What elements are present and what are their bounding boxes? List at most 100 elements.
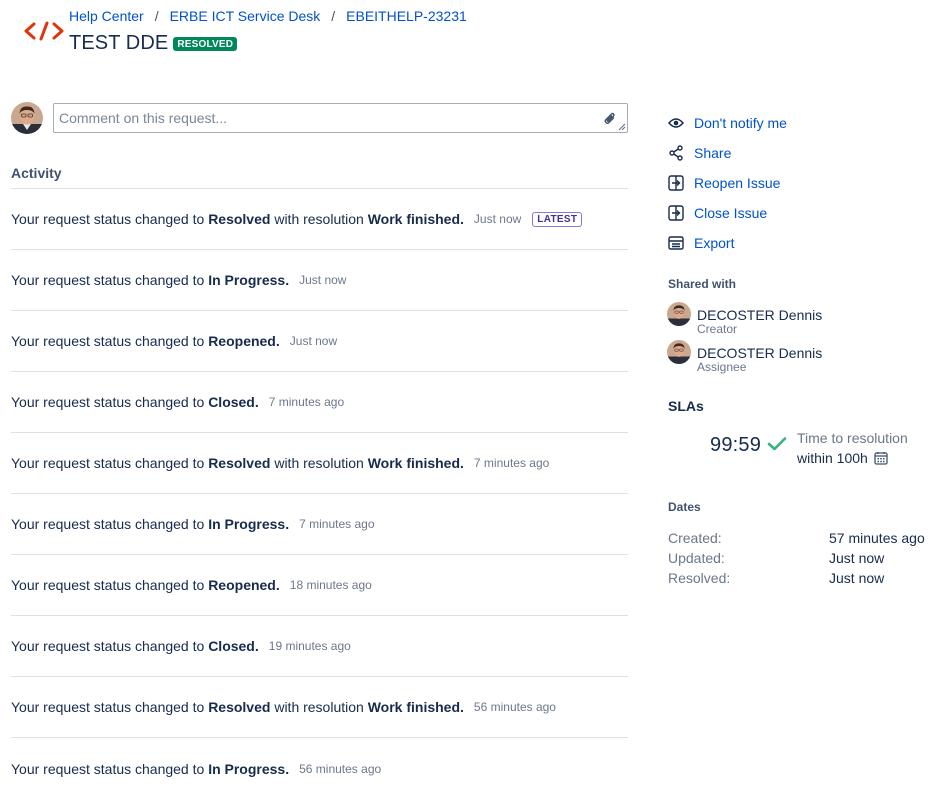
activity-status: Closed. (208, 638, 259, 654)
export-label: Export (694, 235, 735, 251)
participant-assignee: DECOSTER Dennis Assignee (667, 340, 822, 378)
export-button[interactable]: Export (667, 228, 787, 258)
activity-status: In Progress. (208, 760, 290, 777)
dont-notify-button[interactable]: Don't notify me (667, 108, 787, 138)
activity-text: Your request status changed to (11, 699, 209, 715)
close-issue-button[interactable]: Close Issue (667, 198, 787, 228)
latest-badge: LATEST (532, 211, 583, 227)
calendar-icon (874, 452, 888, 465)
activity-time: Just now (473, 212, 522, 226)
dates-list: Created: 57 minutes ago Updated: Just no… (668, 528, 933, 588)
activity-text: Your request status changed to (11, 516, 209, 532)
page-title: TEST DDE (69, 32, 169, 54)
dates-heading: Dates (668, 500, 701, 514)
activity-item: Your request status changed to Closed. 7 … (11, 372, 628, 433)
activity-time: 7 minutes ago (268, 395, 345, 409)
sla-goal: Time to resolution within 100h (797, 428, 908, 468)
share-button[interactable]: Share (667, 138, 787, 168)
activity-time: Just now (299, 273, 347, 287)
shared-with-heading: Shared with (668, 277, 737, 291)
code-brackets-icon (24, 21, 64, 41)
shared-with-list: DECOSTER Dennis Creator DECOSTER Dennis … (667, 302, 822, 378)
participant-name: DECOSTER Dennis (697, 345, 823, 361)
activity-item: Your request status changed to Closed. 19… (11, 616, 628, 677)
activity-status: Resolved (208, 699, 271, 715)
activity-item: Your request status changed to Reopened.… (11, 311, 628, 372)
activity-text: Your request status changed to (11, 760, 209, 777)
comment-input[interactable] (54, 104, 627, 132)
activity-status: Reopened. (208, 577, 280, 593)
activity-text: Your request status changed to (11, 638, 209, 654)
close-issue-label: Close Issue (694, 205, 768, 221)
participant-creator: DECOSTER Dennis Creator (667, 302, 822, 340)
breadcrumb-issue-key[interactable]: EBEITHELP-23231 (346, 8, 467, 24)
activity-list: Your request status changed to Resolved … (11, 188, 628, 786)
sla-goal-target: within 100h (797, 448, 908, 468)
avatar (11, 102, 43, 134)
activity-item: Your request status changed to Reopened.… (11, 555, 628, 616)
date-value: Just now (829, 550, 885, 566)
activity-text: with resolution (270, 211, 368, 227)
activity-item: Your request status changed to In Progre… (11, 738, 628, 786)
participant-role: Creator (697, 322, 738, 336)
activity-status: Reopened. (208, 333, 280, 349)
activity-time: 19 minutes ago (268, 639, 351, 653)
breadcrumb-separator: / (331, 8, 336, 24)
title-row: TEST DDE RESOLVED (69, 32, 238, 55)
comment-field[interactable] (53, 103, 628, 133)
dont-notify-label: Don't notify me (694, 115, 787, 131)
resize-handle-icon[interactable] (618, 123, 626, 131)
activity-resolution: Work finished. (367, 699, 464, 715)
date-value: Just now (829, 570, 885, 586)
activity-status: Closed. (208, 394, 259, 410)
date-label: Updated: (668, 550, 725, 566)
transition-icon (667, 204, 685, 222)
breadcrumb-help-center[interactable]: Help Center (69, 8, 144, 24)
activity-time: 7 minutes ago (299, 517, 375, 531)
date-row-updated: Updated: Just now (668, 548, 933, 568)
eye-icon (667, 114, 685, 132)
activity-time: 7 minutes ago (473, 456, 550, 470)
activity-item: Your request status changed to Resolved … (11, 189, 628, 250)
activity-item: Your request status changed to In Progre… (11, 250, 628, 311)
sla-goal-duration: within 100h (797, 450, 868, 466)
sla-remaining-time: 99:59 (710, 434, 762, 456)
avatar (667, 340, 691, 364)
activity-text: Your request status changed to (11, 455, 209, 471)
breadcrumb: Help Center / ERBE ICT Service Desk / EB… (69, 8, 467, 24)
activity-text: Your request status changed to (11, 577, 209, 593)
activity-status: In Progress. (208, 272, 290, 288)
reopen-issue-button[interactable]: Reopen Issue (667, 168, 787, 198)
checkmark-icon (767, 437, 787, 451)
activity-text: Your request status changed to (11, 272, 209, 288)
date-row-created: Created: 57 minutes ago (668, 528, 933, 548)
share-icon (667, 144, 685, 162)
activity-resolution: Work finished. (367, 211, 464, 227)
activity-item: Your request status changed to Resolved … (11, 433, 628, 494)
activity-resolution: Work finished. (367, 455, 464, 471)
activity-status: In Progress. (208, 516, 290, 532)
activity-text: with resolution (270, 455, 368, 471)
sla-goal-name: Time to resolution (797, 430, 908, 446)
date-value: 57 minutes ago (829, 530, 925, 546)
paperclip-icon[interactable] (603, 111, 617, 127)
reopen-issue-label: Reopen Issue (694, 175, 781, 191)
request-actions: Don't notify me Share Reopen Issue Close… (667, 108, 787, 258)
transition-icon (667, 174, 685, 192)
export-icon (667, 234, 685, 252)
activity-time: Just now (289, 334, 338, 348)
share-label: Share (694, 145, 732, 161)
activity-status: Resolved (208, 455, 271, 471)
activity-text: with resolution (270, 699, 368, 715)
breadcrumb-service-desk[interactable]: ERBE ICT Service Desk (170, 8, 321, 24)
date-row-resolved: Resolved: Just now (668, 568, 933, 588)
participant-name: DECOSTER Dennis (697, 307, 823, 323)
activity-status: Resolved (208, 211, 271, 227)
activity-text: Your request status changed to (11, 394, 209, 410)
activity-text: Your request status changed to (11, 333, 209, 349)
avatar (667, 302, 691, 326)
activity-text: Your request status changed to (11, 211, 209, 227)
date-label: Resolved: (668, 570, 731, 586)
participant-role: Assignee (697, 360, 747, 374)
activity-time: 56 minutes ago (299, 761, 382, 776)
